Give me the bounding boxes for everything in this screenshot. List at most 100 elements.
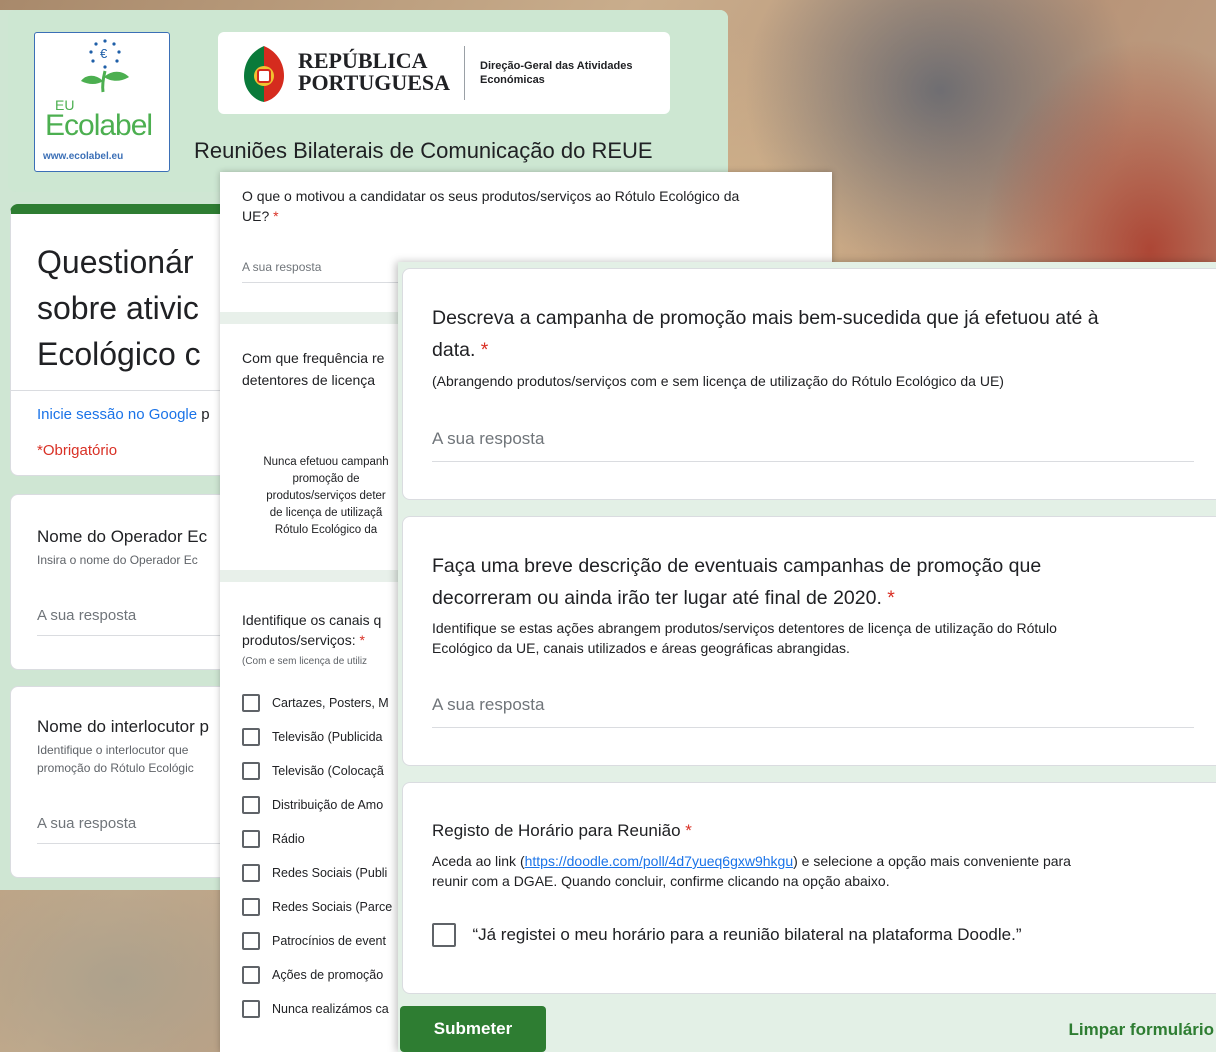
description-help-line2: Ecológico da UE, canais utilizados e áre… <box>432 640 850 656</box>
campaign-question-card: Descreva a campanha de promoção mais bem… <box>402 268 1216 500</box>
motivation-title-line2: UE? <box>242 208 270 224</box>
channel-option[interactable]: Nunca realizámos ca <box>242 1000 389 1022</box>
campaign-title-line2-row: data. * <box>432 339 488 362</box>
doodle-confirm-label: “Já registei o meu horário para a reuniã… <box>472 925 1022 944</box>
contact-question-help-line1: Identifique o interlocutor que <box>37 743 189 757</box>
schedule-help-after: ) e selecione a opção mais conveniente p… <box>793 853 1071 869</box>
scale-label-line4: de licença de utilizaçã <box>269 507 383 519</box>
schedule-title: Registo de Horário para Reunião <box>432 821 681 840</box>
operator-answer-placeholder: A sua resposta <box>37 607 137 624</box>
channel-option[interactable]: Rádio <box>242 830 305 852</box>
scale-label-line1: Nunca efetuou campanh <box>263 456 389 468</box>
signin-row: Inicie sessão no Google p <box>37 406 210 423</box>
header-banner: € EU Ecolabel www.ecolabel.eu REPÚBLICA … <box>8 10 728 192</box>
channel-option[interactable]: Redes Sociais (Parce <box>242 898 392 920</box>
form-title-line1: Questionár <box>37 244 194 280</box>
ecolabel-logo: € EU Ecolabel www.ecolabel.eu <box>34 32 170 172</box>
operator-question-card: Nome do Operador Ec Insira o nome do Ope… <box>10 494 240 670</box>
campaign-answer-input[interactable]: A sua resposta <box>432 429 1194 462</box>
form-title-line3: Ecológico c <box>37 336 201 372</box>
scale-label-line3: produtos/serviços deter <box>266 490 386 502</box>
scale-low-label: Nunca efetuou campanh promoção de produt… <box>246 454 406 539</box>
description-answer-input[interactable]: A sua resposta <box>432 695 1194 728</box>
channel-option-label: Cartazes, Posters, M <box>272 696 389 710</box>
description-help-line1: Identifique se estas ações abrangem prod… <box>432 620 1057 636</box>
frequency-title-line1: Com que frequência re <box>242 350 385 366</box>
description-required-mark: * <box>887 587 895 609</box>
channel-option[interactable]: Redes Sociais (Publi <box>242 864 387 886</box>
description-title-line1: Faça uma breve descrição de eventuais ca… <box>432 555 1042 577</box>
channel-option-label: Televisão (Publicida <box>272 730 383 744</box>
operator-answer-input[interactable]: A sua resposta <box>37 607 239 636</box>
schedule-help-before: Aceda ao link ( <box>432 853 525 869</box>
channel-option[interactable]: Patrocínios de event <box>242 932 386 954</box>
dgae-line1: Direção-Geral das Atividades <box>480 60 633 72</box>
required-note: *Obrigatório <box>37 442 118 459</box>
channel-option-checkbox[interactable] <box>242 898 260 916</box>
republica-logo-box: REPÚBLICA PORTUGUESA Direção-Geral das A… <box>218 32 670 114</box>
scale-label-line5: Rótulo Ecológico da <box>274 524 378 536</box>
schedule-help-line2: reunir com a DGAE. Quando concluir, conf… <box>432 873 890 889</box>
submit-button[interactable]: Submeter <box>400 1006 546 1052</box>
contact-answer-placeholder: A sua resposta <box>37 815 137 832</box>
form-title-card: Questionár sobre ativic Ecológico c Inic… <box>10 204 240 476</box>
portugal-coat-of-arms-icon <box>244 46 284 102</box>
campaign-title-line1: Descreva a campanha de promoção mais bem… <box>432 307 1099 329</box>
channel-option-label: Distribuição de Amo <box>272 798 384 812</box>
doodle-link[interactable]: https://doodle.com/poll/4d7yueq6gxw9hkgu <box>525 853 794 869</box>
channel-option-label: Rádio <box>272 832 305 846</box>
contact-question-card: Nome do interlocutor p Identifique o int… <box>10 686 240 878</box>
operator-question-title: Nome do Operador Ec <box>37 527 208 546</box>
right-form-panel: Descreva a campanha de promoção mais bem… <box>398 262 1216 1052</box>
channel-option-label: Nunca realizámos ca <box>272 1002 389 1016</box>
channel-option[interactable]: Distribuição de Amo <box>242 796 383 818</box>
clear-form-button[interactable]: Limpar formulário <box>1069 1020 1214 1040</box>
channel-option-checkbox[interactable] <box>242 1000 260 1018</box>
svg-text:€: € <box>100 46 108 61</box>
doodle-confirm-option[interactable]: “Já registei o meu horário para a reuniã… <box>432 923 1021 947</box>
channel-option-label: Patrocínios de event <box>272 934 386 948</box>
channel-option-checkbox[interactable] <box>242 796 260 814</box>
campaign-answer-placeholder: A sua resposta <box>432 429 545 448</box>
campaign-help: (Abrangendo produtos/serviços com e sem … <box>432 373 1004 389</box>
channel-option[interactable]: Televisão (Colocaçã <box>242 762 384 784</box>
frequency-title-line2: detentores de licença <box>242 372 376 388</box>
channel-option-label: Redes Sociais (Parce <box>272 900 393 914</box>
contact-question-title: Nome do interlocutor p <box>37 717 209 736</box>
channels-title-line1: Identifique os canais q <box>242 612 382 628</box>
logo-divider <box>464 46 465 100</box>
channel-option-checkbox[interactable] <box>242 762 260 780</box>
schedule-question-card: Registo de Horário para Reunião * Aceda … <box>402 782 1216 994</box>
channel-option-checkbox[interactable] <box>242 830 260 848</box>
channel-option[interactable]: Cartazes, Posters, M <box>242 694 389 716</box>
form-title-line2: sobre ativic <box>37 290 199 326</box>
channel-option[interactable]: Televisão (Publicida <box>242 728 382 750</box>
scale-label-line2: promoção de <box>292 473 360 485</box>
description-title-line2-row: decorreram ou ainda irão ter lugar até f… <box>432 587 895 610</box>
channels-title-line2: produtos/serviços: <box>242 632 356 648</box>
description-answer-placeholder: A sua resposta <box>432 695 545 714</box>
doodle-confirm-checkbox[interactable] <box>432 923 456 947</box>
channel-option-label: Redes Sociais (Publi <box>272 866 388 880</box>
title-divider <box>11 390 239 391</box>
channels-title-line2-row: produtos/serviços: * <box>242 632 365 648</box>
motivation-title-line2-row: UE? * <box>242 208 279 224</box>
channel-option-checkbox[interactable] <box>242 728 260 746</box>
campaign-title-line2: data. <box>432 339 476 361</box>
contact-question-help-line2: promoção do Rótulo Ecológic <box>37 761 194 775</box>
channels-required-mark: * <box>359 632 365 648</box>
channel-option-checkbox[interactable] <box>242 966 260 984</box>
signin-link[interactable]: Inicie sessão no Google <box>37 406 197 423</box>
dgae-line2: Económicas <box>480 74 545 86</box>
operator-question-help: Insira o nome do Operador Ec <box>37 553 198 567</box>
motivation-answer-placeholder: A sua resposta <box>242 260 322 274</box>
signin-rest: p <box>197 406 210 423</box>
channel-option[interactable]: Ações de promoção <box>242 966 383 988</box>
channel-option-checkbox[interactable] <box>242 864 260 882</box>
channel-option-checkbox[interactable] <box>242 694 260 712</box>
contact-answer-input[interactable]: A sua resposta <box>37 815 239 844</box>
channel-option-label: Televisão (Colocaçã <box>272 764 384 778</box>
ecolabel-flower-icon: € <box>81 39 129 93</box>
schedule-required-mark: * <box>685 821 692 840</box>
channel-option-checkbox[interactable] <box>242 932 260 950</box>
